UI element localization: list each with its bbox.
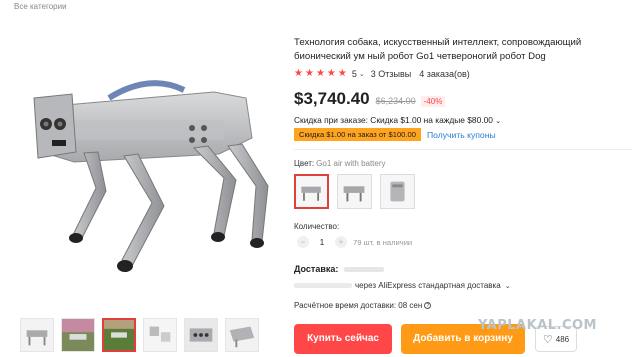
star-icon: ★ (294, 68, 303, 79)
product-main-image[interactable] (14, 28, 282, 308)
old-price: $6,234.00 (375, 96, 416, 106)
rating-stars: ★ ★ ★ ★ ★ (294, 69, 347, 79)
thumbnail-3[interactable] (102, 318, 136, 352)
current-price: $3,740.40 (294, 89, 370, 108)
product-details: Технология собака, искусственный интелле… (294, 36, 634, 141)
price-row: $3,740.40 $6,234.00 -40% (294, 89, 634, 109)
heart-icon: ♡ (542, 333, 553, 346)
thumbnail-1[interactable] (20, 318, 54, 352)
coupon-badge: Скидка $1.00 на заказ от $100.00 (294, 128, 421, 141)
coupon-info[interactable]: Скидка при заказе: Скидка $1.00 на кажды… (294, 115, 634, 125)
quantity-stepper: − 1 + 79 шт. в наличии (297, 236, 412, 248)
thumbnail-strip (20, 318, 259, 352)
color-label: Цвет: Go1 air with battery (294, 159, 386, 168)
chevron-down-icon: ⌄ (495, 118, 502, 125)
thumbnail-5[interactable] (184, 318, 218, 352)
quantity-minus-button[interactable]: − (297, 236, 309, 248)
swatch-robot-dog-air[interactable] (294, 174, 329, 209)
rating-row: ★ ★ ★ ★ ★ 5 ⌄ 3 Отзывы 4 заказа(ов) (294, 69, 634, 80)
swatch-robot-dog-edu[interactable] (337, 174, 372, 209)
product-title: Технология собака, искусственный интелле… (294, 37, 582, 62)
coupon-info-text: Скидка при заказе: Скидка $1.00 на кажды… (294, 115, 493, 125)
delivery-row: Доставка: (294, 264, 385, 274)
watermark: YAPLAKAL.COM (478, 318, 597, 333)
coupon-row: Скидка $1.00 на заказ от $100.00 Получит… (294, 128, 634, 141)
stock-count: 79 шт. в наличии (353, 237, 413, 247)
color-selected-value: Go1 air with battery (316, 159, 386, 168)
rating-value[interactable]: 5 (352, 69, 357, 79)
thumbnail-4[interactable] (143, 318, 177, 352)
swatch-battery-pack[interactable] (380, 174, 415, 209)
wishlist-count: 486 (555, 334, 570, 344)
quantity-value[interactable]: 1 (309, 238, 335, 247)
star-icon: ★ (326, 68, 336, 79)
discount-badge: -40% (420, 96, 446, 107)
quantity-plus-button[interactable]: + (335, 236, 347, 248)
orders-count: 4 заказа(ов) (419, 69, 470, 79)
shipping-method-text: через AliExpress стандартная доставка (355, 281, 501, 290)
color-label-text: Цвет: (294, 159, 315, 168)
robot-dog-image (33, 80, 269, 272)
chevron-down-icon[interactable]: ⌄ (359, 70, 365, 78)
quantity-label: Количество: (294, 222, 340, 231)
thumbnail-6[interactable] (225, 318, 259, 352)
thumbnail-2[interactable] (61, 318, 95, 352)
reviews-link[interactable]: 3 Отзывы (371, 69, 411, 79)
delivery-eta-text: Расчётное время доставки: 08 сен (294, 301, 423, 310)
star-icon: ★ (304, 68, 314, 79)
star-icon: ★ (337, 68, 347, 79)
shipping-method[interactable]: через AliExpress стандартная доставка ⌄ (294, 281, 511, 290)
get-coupons-link[interactable]: Получить купоны (427, 130, 496, 140)
divider (294, 149, 632, 150)
blurred-destination (344, 267, 385, 273)
breadcrumb[interactable]: Все категории (14, 2, 67, 11)
blurred-cost (294, 283, 352, 288)
delivery-label: Доставка: (294, 264, 339, 274)
delivery-eta: Расчётное время доставки: 08 сен? (294, 301, 432, 310)
chevron-down-icon: ⌄ (504, 282, 511, 290)
star-icon: ★ (315, 68, 325, 79)
buy-now-button[interactable]: Купить сейчас (294, 324, 392, 354)
info-icon[interactable]: ? (424, 302, 432, 310)
color-swatches (294, 174, 415, 209)
